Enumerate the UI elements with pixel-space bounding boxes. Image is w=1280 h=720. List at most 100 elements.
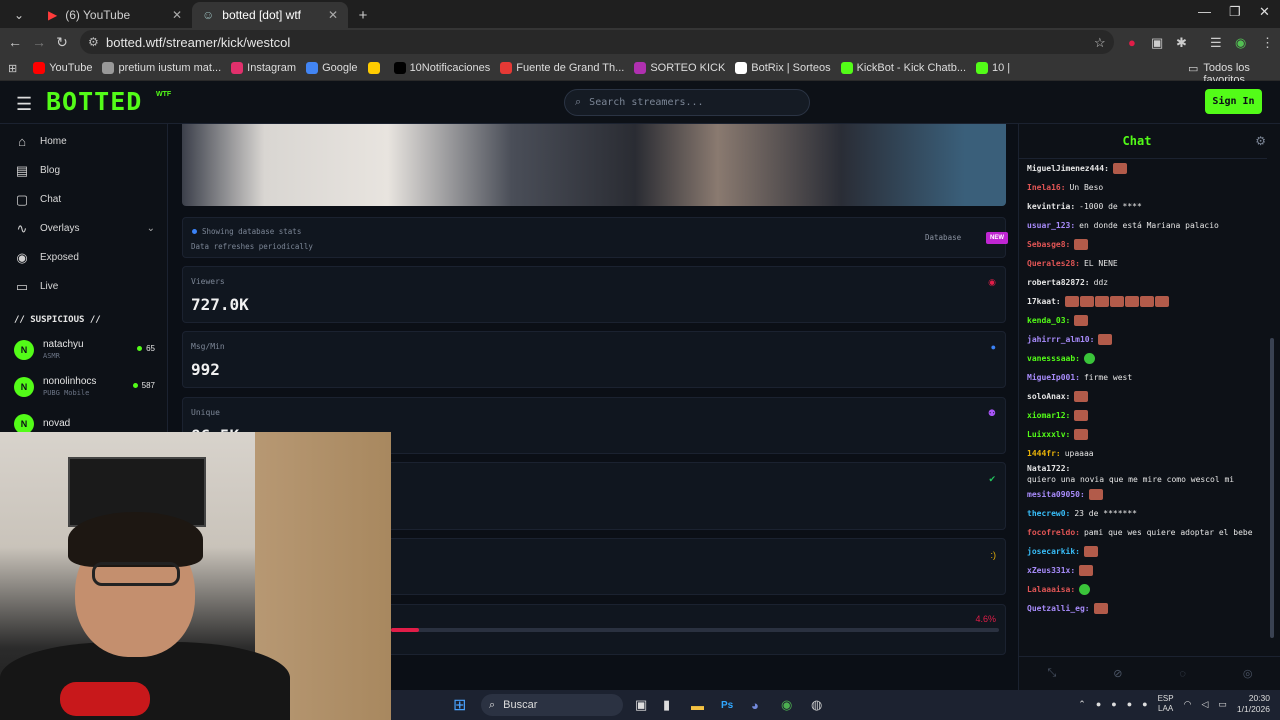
chat-username[interactable]: xiomar12: bbox=[1027, 410, 1070, 421]
chat-username[interactable]: Sebasge8: bbox=[1027, 239, 1070, 250]
block-icon[interactable]: ⊘ bbox=[1113, 667, 1122, 680]
chat-username[interactable]: usuar_123: bbox=[1027, 220, 1075, 231]
suspicious-streamer[interactable]: N nonolinhocs PUBG Mobile 587 bbox=[0, 368, 167, 405]
sidebar-item-blog[interactable]: ▤ Blog bbox=[0, 156, 167, 185]
chat-username[interactable]: mesita09050: bbox=[1027, 489, 1085, 500]
tray-app-icon[interactable]: ● bbox=[1142, 699, 1147, 709]
app-icon[interactable]: ▮ bbox=[663, 695, 670, 715]
chat-username[interactable]: MiguelJimenez444: bbox=[1027, 163, 1109, 174]
search-input[interactable] bbox=[589, 97, 790, 108]
tab-search-icon[interactable]: ☰ bbox=[1210, 35, 1222, 51]
chat-username[interactable]: focofreldo: bbox=[1027, 527, 1080, 538]
tab-botted[interactable]: ☺ botted [dot] wtf ✕ bbox=[192, 2, 348, 28]
chat-username[interactable]: Luixxxlv: bbox=[1027, 429, 1070, 440]
suspicious-streamer[interactable]: N natachyu ASMR 65 bbox=[0, 331, 167, 368]
extension-icon[interactable]: ● bbox=[1128, 35, 1136, 50]
minimize-icon[interactable]: — bbox=[1198, 4, 1211, 19]
discord-icon[interactable]: ◕ bbox=[751, 695, 759, 715]
chat-username[interactable]: xZeus331x: bbox=[1027, 565, 1075, 576]
gear-icon[interactable]: ⚙ bbox=[1255, 134, 1266, 148]
battery-icon[interactable]: ▭ bbox=[1218, 699, 1227, 710]
chrome-icon[interactable]: ◉ bbox=[781, 695, 792, 715]
chat-username[interactable]: josecarkik: bbox=[1027, 546, 1080, 557]
chat-username[interactable]: Inela16: bbox=[1027, 182, 1066, 193]
app-icon[interactable]: ◍ bbox=[811, 695, 822, 715]
bookmark-label: BotRix | Sorteos bbox=[751, 62, 831, 74]
bookmark-item[interactable]: KickBot - Kick Chatb... bbox=[840, 62, 966, 74]
chat-scrollbar[interactable] bbox=[1269, 158, 1275, 656]
chat-username[interactable]: roberta82872: bbox=[1027, 277, 1090, 288]
bookmark-item[interactable]: 10Notificaciones bbox=[393, 62, 490, 74]
close-icon[interactable]: ✕ bbox=[172, 8, 182, 22]
collapse-icon[interactable]: ⤡ bbox=[1047, 667, 1056, 680]
task-view-icon[interactable]: ▣ bbox=[635, 695, 647, 715]
bookmark-item[interactable]: Instagram bbox=[231, 62, 296, 74]
taskbar-search[interactable]: ⌕ Buscar bbox=[481, 694, 623, 716]
bookmark-item[interactable]: YouTube bbox=[33, 62, 92, 74]
apps-grid-icon[interactable]: ⊞ bbox=[8, 62, 17, 75]
tab-search-button[interactable]: ⌄ bbox=[0, 2, 38, 28]
chat-username[interactable]: Querales28: bbox=[1027, 258, 1080, 269]
chat-message-list[interactable]: MiguelJimenez444: Inela16: Un Beso kevintri… bbox=[1019, 158, 1267, 656]
chat-username[interactable]: Nata1722: bbox=[1027, 463, 1070, 474]
site-logo[interactable]: BOTTED bbox=[46, 87, 142, 116]
site-info-icon[interactable]: ⚙ bbox=[88, 35, 99, 49]
windows-start-icon[interactable]: ⊞ bbox=[453, 695, 466, 715]
window-close-icon[interactable]: ✕ bbox=[1259, 4, 1270, 20]
new-tab-button[interactable]: + bbox=[348, 2, 378, 28]
chat-username[interactable]: 1444fr: bbox=[1027, 448, 1061, 459]
tray-app-icon[interactable]: ● bbox=[1111, 699, 1116, 709]
youtube-favicon-icon: ▶ bbox=[48, 8, 58, 22]
reload-icon[interactable]: ↻ bbox=[50, 34, 74, 51]
chat-username[interactable]: soloAnax: bbox=[1027, 391, 1070, 402]
sidebar-item-chat[interactable]: ▢ Chat bbox=[0, 185, 167, 214]
settings-icon[interactable]: ◎ bbox=[1243, 667, 1253, 680]
sidebar-item-overlays[interactable]: ∿ Overlays ⌄ bbox=[0, 214, 167, 243]
puzzle-icon[interactable]: ✱ bbox=[1176, 35, 1187, 51]
bookmark-item[interactable]: Google bbox=[306, 62, 358, 74]
clock[interactable]: 20:30 1/1/2026 bbox=[1237, 693, 1270, 715]
bookmark-item[interactable]: SORTEO KICK bbox=[634, 62, 725, 74]
sidebar-item-home[interactable]: ⌂ Home bbox=[0, 127, 167, 156]
sidebar-item-live[interactable]: ▭ Live bbox=[0, 272, 167, 301]
chat-username[interactable]: kevintria: bbox=[1027, 201, 1075, 212]
bookmark-item[interactable]: Fuente de Grand Th... bbox=[500, 62, 624, 74]
wifi-icon[interactable]: ◠ bbox=[1184, 699, 1192, 710]
language-indicator[interactable]: ESP LAA bbox=[1158, 694, 1174, 714]
scrollbar-thumb[interactable] bbox=[1270, 338, 1274, 638]
chat-username[interactable]: jahirrr_alm10: bbox=[1027, 334, 1094, 345]
sign-in-button[interactable]: Sign In bbox=[1205, 89, 1262, 114]
bookmark-item[interactable]: BotRix | Sorteos bbox=[735, 62, 831, 74]
restore-icon[interactable]: ❐ bbox=[1229, 4, 1241, 20]
photoshop-icon[interactable]: Ps bbox=[721, 695, 733, 715]
close-icon[interactable]: ✕ bbox=[328, 8, 338, 22]
tray-app-icon[interactable]: ● bbox=[1096, 699, 1101, 709]
bookmark-label: pretium iustum mat... bbox=[118, 62, 222, 74]
tab-youtube[interactable]: ▶ (6) YouTube ✕ bbox=[38, 2, 192, 28]
chat-username[interactable]: thecrew0: bbox=[1027, 508, 1070, 519]
back-arrow-icon[interactable]: ← bbox=[3, 34, 27, 50]
bookmark-item[interactable]: 10 | bbox=[976, 62, 1010, 74]
sidebar-item-exposed[interactable]: ◉ Exposed bbox=[0, 243, 167, 272]
speaker-icon[interactable]: ◁ bbox=[1201, 699, 1208, 710]
chevron-up-icon[interactable]: ⌃ bbox=[1078, 699, 1086, 710]
bookmark-star-icon[interactable]: ☆ bbox=[1094, 35, 1106, 51]
chat-username[interactable]: 17kaat: bbox=[1027, 296, 1061, 307]
chat-username[interactable]: MigueIp001: bbox=[1027, 372, 1080, 383]
address-bar[interactable]: ⚙ botted.wtf/streamer/kick/westcol bbox=[80, 30, 1114, 54]
hamburger-menu-icon[interactable]: ☰ bbox=[16, 94, 32, 115]
chat-username[interactable]: Quetzalli_eg: bbox=[1027, 603, 1090, 614]
chat-username[interactable]: vanesssaab: bbox=[1027, 353, 1080, 364]
suspicious-streamer[interactable]: N novad bbox=[0, 405, 167, 432]
tray-app-icon[interactable]: ● bbox=[1127, 699, 1132, 709]
file-explorer-icon[interactable]: ▬ bbox=[691, 695, 704, 715]
bookmark-item[interactable] bbox=[367, 62, 384, 74]
bookmark-item[interactable]: pretium iustum mat... bbox=[102, 62, 221, 74]
extension-icon[interactable]: ▣ bbox=[1151, 35, 1163, 51]
profile-avatar[interactable]: ◉ bbox=[1235, 35, 1246, 51]
chat-username[interactable]: kenda_03: bbox=[1027, 315, 1070, 326]
refresh-icon[interactable]: ◌ bbox=[1179, 668, 1186, 680]
more-menu-icon[interactable]: ⋮ bbox=[1261, 35, 1274, 51]
forward-arrow-icon[interactable]: → bbox=[27, 34, 51, 50]
chat-username[interactable]: Lalaaaisa: bbox=[1027, 584, 1075, 595]
